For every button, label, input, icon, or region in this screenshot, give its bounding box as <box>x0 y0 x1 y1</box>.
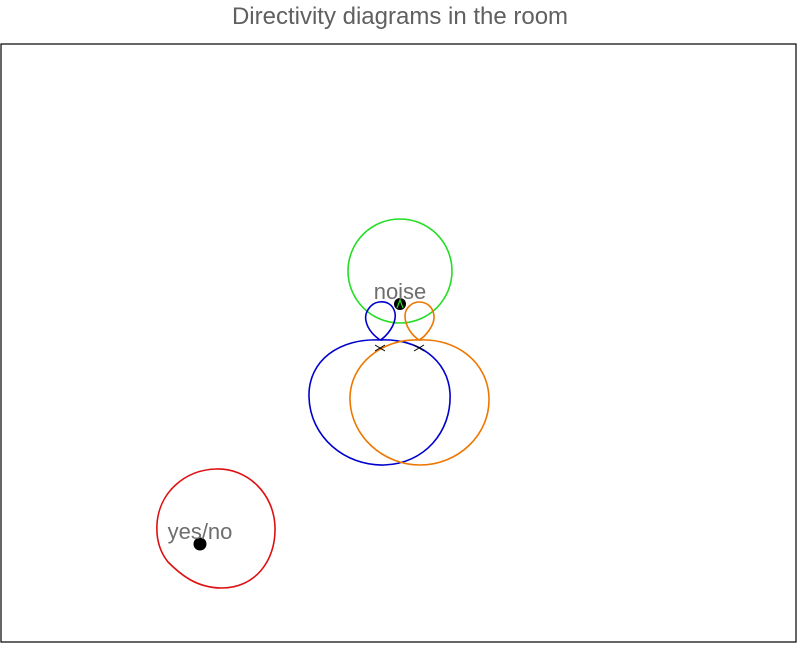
yesno-source-label: yes/no <box>168 519 233 544</box>
directivity-diagram: Directivity diagrams in the room noise y… <box>0 0 800 645</box>
mic-right-directivity-pattern <box>349 301 490 466</box>
room-plot: noise yes/no <box>0 43 797 643</box>
mic-left-directivity-pattern <box>308 301 451 466</box>
noise-source-label: noise <box>374 279 427 304</box>
mic-right-marker <box>413 344 425 352</box>
room-boundary <box>0 43 797 643</box>
